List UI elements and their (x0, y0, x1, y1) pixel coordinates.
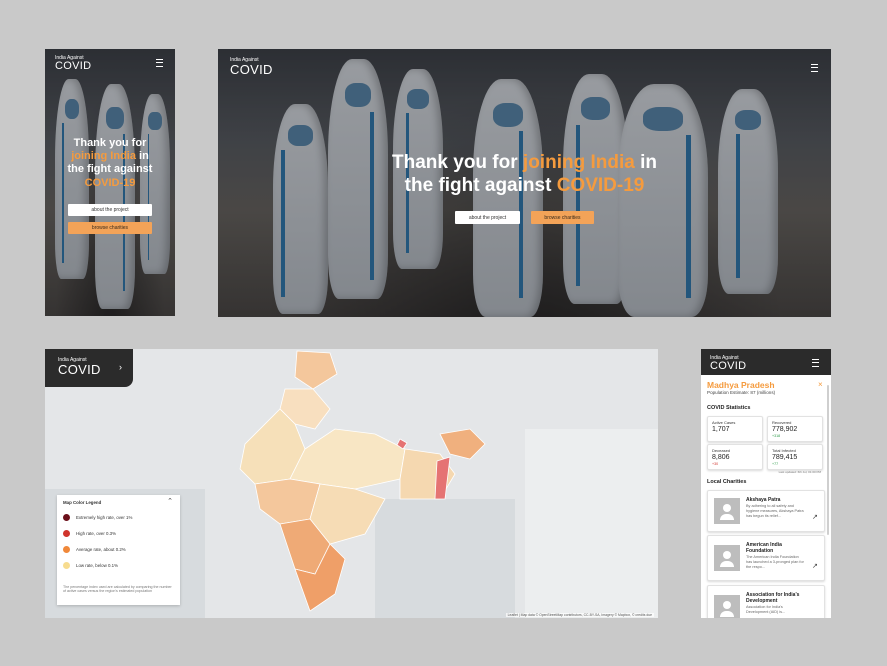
desktop-hero-panel: India Against COVID Thank you for joinin… (218, 49, 831, 317)
legend-item: Average rate, about 0.2% (63, 546, 126, 553)
charity-name: American India Foundation (746, 542, 782, 554)
logo[interactable]: India Against COVID (230, 58, 273, 77)
map-header: India Against COVID › (45, 349, 133, 387)
logo[interactable]: India Against COVID (710, 356, 746, 372)
side-header: India Against COVID (701, 349, 831, 375)
stat-card-recovered: Recovered 778,902 +318 (767, 416, 823, 442)
stat-card-active: Active Cases 1,707 (707, 416, 763, 442)
charity-name: Akshaya Patra (746, 497, 781, 503)
expand-chevron-icon[interactable]: › (119, 362, 122, 372)
region-central (289, 428, 406, 490)
about-project-button[interactable]: about the project (455, 211, 520, 224)
region-northeast (439, 428, 486, 460)
charity-description: The American India Foundation has launch… (746, 555, 804, 569)
charity-placeholder-icon (714, 498, 740, 524)
logo[interactable]: India Against COVID (58, 358, 101, 377)
browse-charities-button[interactable]: browse charities (68, 222, 152, 234)
charity-placeholder-icon (714, 545, 740, 571)
logo-big-text: COVID (710, 360, 747, 372)
external-link-icon[interactable]: ↗ (812, 562, 818, 570)
mobile-hero-panel: India Against COVID Thank you for joinin… (45, 49, 175, 316)
map-attribution: Leaflet | Map data © OpenStreetMap contr… (505, 613, 654, 617)
state-name: Madhya Pradesh (707, 380, 775, 390)
state-details-panel: India Against COVID Madhya Pradesh × Pop… (701, 349, 831, 618)
hero-heading: Thank you for joining India in the fight… (67, 137, 153, 189)
charity-card[interactable]: American India Foundation The American I… (707, 535, 825, 581)
charities-title: Local Charities (707, 479, 747, 485)
menu-icon[interactable] (812, 359, 819, 367)
charity-description: By adhering to all safety and hygiene me… (746, 504, 804, 518)
charity-card[interactable]: Akshaya Patra By adhering to all safety … (707, 490, 825, 532)
charity-name: Association for India's Development (746, 592, 800, 604)
legend-item: Low rate, below 0.1% (63, 562, 118, 569)
logo-big-text: COVID (58, 362, 101, 377)
collapse-chevron-icon[interactable]: ⌃ (167, 497, 173, 505)
region-north (294, 350, 338, 390)
map-panel[interactable]: India Against COVID › Map Color Legend ⌃… (45, 349, 658, 618)
legend-title: Map Color Legend (63, 500, 102, 505)
charity-card[interactable]: Association for India's Development Asso… (707, 585, 825, 618)
last-updated: Last updated: 6th Jul, 01:00 PM (778, 470, 821, 474)
logo-big-text: COVID (230, 62, 273, 77)
stat-card-total: Total Infected 789,415 +77 (767, 444, 823, 470)
charity-placeholder-icon (714, 595, 740, 618)
browse-charities-button[interactable]: browse charities (531, 211, 594, 224)
logo-big-text: COVID (55, 60, 92, 72)
map-legend: Map Color Legend ⌃ Extremely high rate, … (57, 495, 180, 605)
menu-icon[interactable] (156, 59, 163, 67)
external-link-icon[interactable]: ↗ (812, 513, 818, 521)
legend-item: Extremely high rate, over 1% (63, 514, 132, 521)
logo[interactable]: India Against COVID (55, 56, 91, 72)
about-project-button[interactable]: about the project (68, 204, 152, 216)
hero-heading: Thank you for joining India in the fight… (392, 152, 657, 196)
charity-description: Association for India's Development (AID… (746, 605, 786, 614)
scrollbar[interactable] (827, 385, 829, 535)
population-estimate: Population Estimate: 87 (millions) (707, 390, 776, 395)
menu-icon[interactable] (811, 64, 818, 72)
stats-title: COVID Statistics (707, 405, 751, 411)
stat-card-deceased: Deceased 8,806 +30 (707, 444, 763, 470)
legend-note: The percentage index used are calculated… (63, 585, 172, 594)
legend-item: High rate, over 0.3% (63, 530, 116, 537)
region-northeast-2 (434, 456, 451, 500)
close-icon[interactable]: × (818, 380, 823, 389)
